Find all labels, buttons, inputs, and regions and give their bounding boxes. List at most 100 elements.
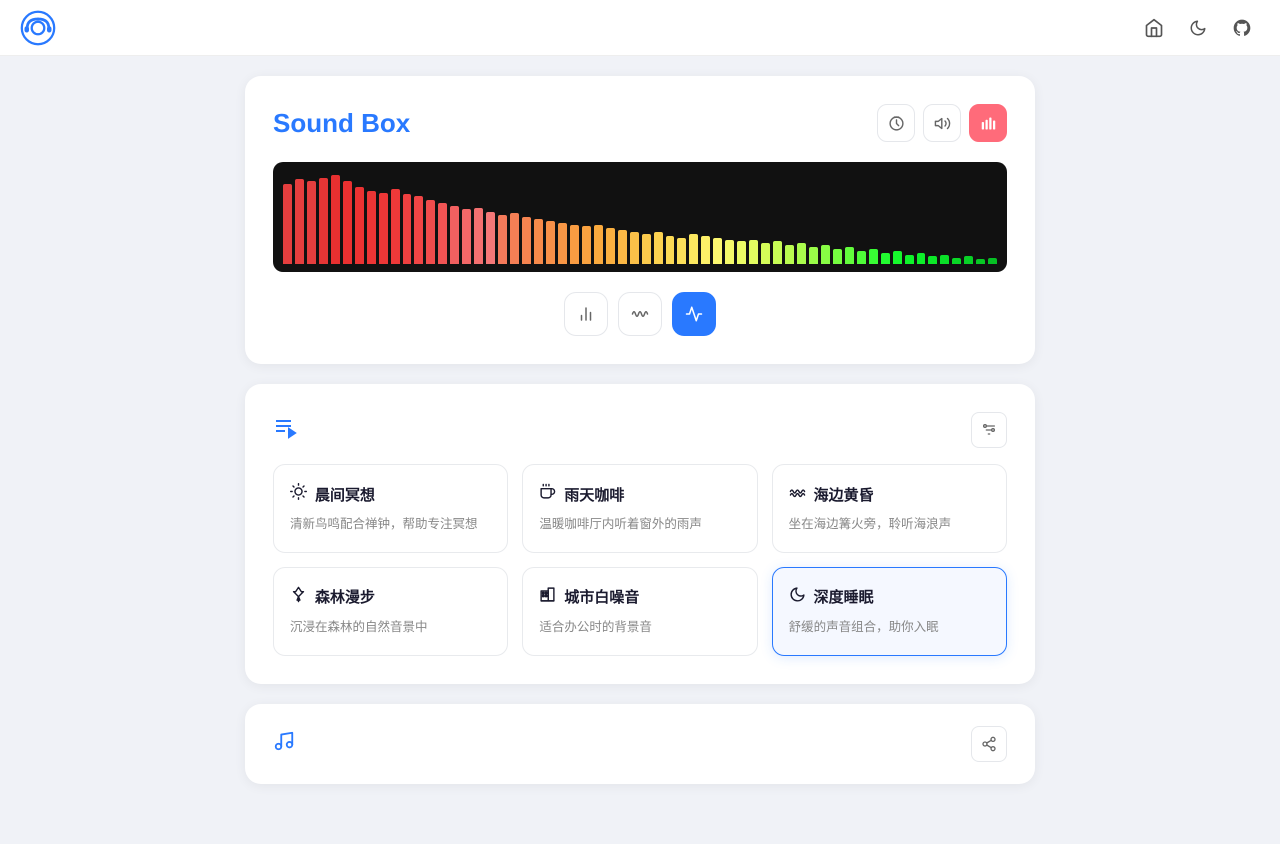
equalizer-bar: [403, 194, 412, 264]
card-title: Sound Box: [273, 108, 410, 139]
equalizer-bar: [654, 232, 663, 264]
equalizer-bar: [450, 206, 459, 264]
equalizer-bar: [749, 240, 758, 264]
equalizer-bar: [486, 212, 495, 264]
pulse-icon: [685, 305, 703, 323]
scene-card-icon: [290, 586, 307, 608]
equalizer-bar: [283, 184, 292, 264]
equalizer-bar: [606, 228, 615, 264]
equalizer-bar: [331, 175, 340, 264]
equalizer-bar: [367, 191, 376, 264]
timer-button[interactable]: [877, 104, 915, 142]
scene-card-title: 晨间冥想: [290, 483, 491, 505]
theme-toggle-button[interactable]: [1180, 10, 1216, 46]
scene-card-icon: [539, 586, 556, 608]
equalizer-bar: [546, 221, 555, 264]
equalizer-bar: [630, 232, 639, 264]
scene-card-title: 城市白噪音: [539, 586, 740, 608]
scenes-card: 晨间冥想清新鸟鸣配合禅钟，帮助专注冥想雨天咖啡温暖咖啡厅内听着窗外的雨声海边黄昏…: [245, 384, 1035, 684]
scene-card-desc: 沉浸在森林的自然音景中: [290, 618, 491, 637]
scene-card[interactable]: 雨天咖啡温暖咖啡厅内听着窗外的雨声: [522, 464, 757, 553]
app-logo-icon: [20, 10, 56, 46]
logo-area: [20, 10, 56, 46]
equalizer-bar: [379, 193, 388, 264]
equalizer-bar: [510, 213, 519, 264]
equalizer-bar: [558, 223, 567, 264]
scene-card-desc: 温暖咖啡厅内听着窗外的雨声: [539, 515, 740, 534]
equalizer-bar: [594, 225, 603, 264]
main-content: Sound Box: [0, 0, 1280, 844]
wave-icon: [631, 305, 649, 323]
equalizer-bar: [857, 251, 866, 264]
equalizer-bar: [773, 241, 782, 264]
equalizer-button[interactable]: [969, 104, 1007, 142]
equalizer-bar: [964, 256, 973, 264]
scene-card-title-text: 雨天咖啡: [564, 484, 624, 505]
equalizer-bar: [474, 208, 483, 264]
scene-card-icon: [789, 483, 806, 505]
wave-viz-button[interactable]: [618, 292, 662, 336]
scene-card[interactable]: 深度睡眠舒缓的声音组合，助你入眠: [772, 567, 1007, 656]
scene-card-title-text: 深度睡眠: [814, 586, 874, 607]
equalizer-bar: [295, 179, 304, 264]
scene-card[interactable]: 海边黄昏坐在海边篝火旁，聆听海浪声: [772, 464, 1007, 553]
scene-card-icon: [539, 483, 556, 505]
bar-chart-viz-button[interactable]: [564, 292, 608, 336]
timer-icon: [888, 115, 905, 132]
equalizer-bar: [391, 189, 400, 264]
equalizer-visualizer: [273, 162, 1007, 272]
share-icon: [981, 736, 997, 752]
scene-card-title-text: 晨间冥想: [315, 484, 375, 505]
equalizer-bar: [438, 203, 447, 264]
volume-button[interactable]: [923, 104, 961, 142]
equalizer-bar: [928, 256, 937, 264]
scenes-section-header: [273, 412, 1007, 448]
scene-card-title: 海边黄昏: [789, 483, 990, 505]
equalizer-bar: [426, 200, 435, 264]
equalizer-bar: [881, 253, 890, 264]
scene-card[interactable]: 森林漫步沉浸在森林的自然音景中: [273, 567, 508, 656]
filter-icon: [981, 422, 997, 438]
equalizer-bar: [893, 251, 902, 264]
github-button[interactable]: [1224, 10, 1260, 46]
volume-icon: [934, 115, 951, 132]
equalizer-bar: [355, 187, 364, 264]
equalizer-bar: [976, 259, 985, 264]
scene-card-desc: 适合办公时的背景音: [539, 618, 740, 637]
equalizer-bar: [534, 219, 543, 264]
equalizer-bar: [952, 258, 961, 264]
scenes-section-icon: [273, 415, 297, 445]
scene-card-title-text: 城市白噪音: [564, 586, 639, 607]
equalizer-bar: [522, 217, 531, 264]
home-icon: [1144, 18, 1164, 38]
equalizer-bar: [677, 238, 686, 264]
scene-card-title: 森林漫步: [290, 586, 491, 608]
equalizer-bar: [833, 249, 842, 264]
equalizer-bar: [725, 240, 734, 264]
scene-card-icon: [290, 483, 307, 505]
equalizer-bar: [343, 181, 352, 264]
equalizer-bar: [414, 196, 423, 264]
scene-card[interactable]: 晨间冥想清新鸟鸣配合禅钟，帮助专注冥想: [273, 464, 508, 553]
topbar: [0, 0, 1280, 56]
viz-controls: [273, 292, 1007, 336]
equalizer-bar: [785, 245, 794, 264]
scene-card[interactable]: 城市白噪音适合办公时的背景音: [522, 567, 757, 656]
equalizer-bar: [940, 255, 949, 264]
equalizer-bar: [618, 230, 627, 264]
github-icon: [1232, 18, 1252, 38]
scenes-filter-button[interactable]: [971, 412, 1007, 448]
equalizer-bar: [845, 247, 854, 264]
equalizer-bar: [809, 247, 818, 264]
equalizer-bar: [319, 178, 328, 264]
pulse-viz-button[interactable]: [672, 292, 716, 336]
equalizer-bar: [737, 241, 746, 264]
home-button[interactable]: [1136, 10, 1172, 46]
scene-grid: 晨间冥想清新鸟鸣配合禅钟，帮助专注冥想雨天咖啡温暖咖啡厅内听着窗外的雨声海边黄昏…: [273, 464, 1007, 656]
scene-card-title-text: 海边黄昏: [814, 484, 874, 505]
scene-card-desc: 坐在海边篝火旁，聆听海浪声: [789, 515, 990, 534]
share-button[interactable]: [971, 726, 1007, 762]
scene-card-desc: 舒缓的声音组合，助你入眠: [789, 618, 990, 637]
playlist-icon: [273, 415, 297, 439]
scene-card-icon: [789, 586, 806, 608]
